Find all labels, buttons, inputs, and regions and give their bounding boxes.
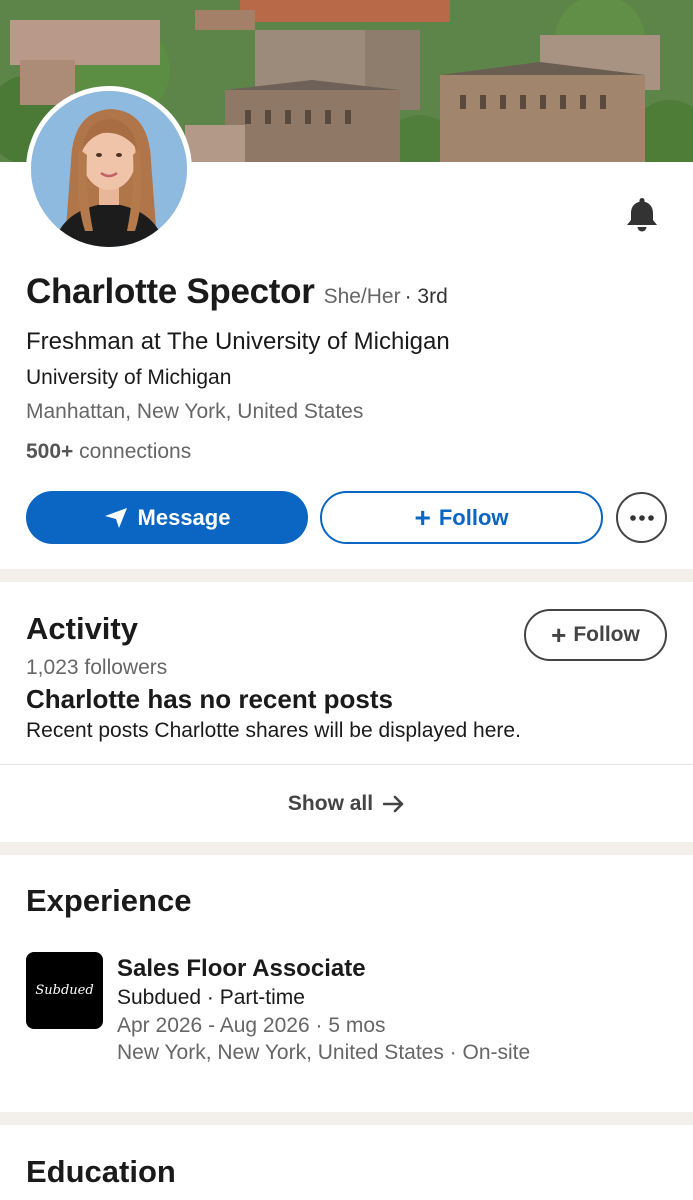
section-divider — [0, 842, 693, 855]
experience-title: Experience — [26, 883, 192, 918]
job-location: New York, New York, United States · On-s… — [117, 1041, 531, 1064]
followers-count: 1,023 followers — [26, 656, 168, 679]
divider — [0, 764, 693, 765]
section-divider — [0, 569, 693, 582]
activity-follow-button[interactable]: + Follow — [524, 609, 667, 661]
profile-location: Manhattan, New York, United States — [26, 400, 364, 423]
no-posts-description: Recent posts Charlotte shares will be di… — [26, 719, 521, 742]
section-divider — [0, 1112, 693, 1125]
more-options-button[interactable] — [616, 492, 667, 543]
connections-number: 500+ — [26, 440, 74, 463]
profile-school[interactable]: University of Michigan — [26, 366, 231, 390]
arrow-right-icon — [383, 795, 404, 813]
bell-icon[interactable] — [622, 194, 662, 234]
company-logo[interactable]: Subdued — [26, 952, 103, 1029]
send-icon — [104, 507, 127, 528]
name-row: Charlotte Spector She/Her · 3rd — [26, 272, 666, 312]
profile-avatar[interactable] — [26, 86, 192, 252]
job-company: Subdued · Part-time — [117, 986, 305, 1009]
plus-icon: + — [551, 620, 567, 650]
job-title[interactable]: Sales Floor Associate — [117, 955, 366, 983]
ellipsis-icon — [629, 514, 654, 521]
profile-pronouns: She/Her — [323, 285, 401, 308]
connections-label: connections — [79, 440, 192, 463]
profile-name: Charlotte Spector — [26, 272, 315, 311]
follow-button[interactable]: + Follow — [320, 491, 603, 544]
show-all-label: Show all — [287, 792, 374, 815]
education-title: Education — [26, 1154, 176, 1189]
no-posts-title: Charlotte has no recent posts — [26, 684, 393, 714]
job-dates: Apr 2026 - Aug 2026 · 5 mos — [117, 1014, 386, 1037]
connections-count[interactable]: 500+ connections — [26, 440, 191, 464]
activity-title: Activity — [26, 611, 138, 646]
profile-intro: Charlotte Spector She/Her · 3rd Freshman… — [26, 272, 666, 463]
connection-degree: · 3rd — [404, 285, 448, 308]
follow-label: Follow — [438, 504, 509, 530]
plus-icon: + — [414, 501, 431, 533]
message-label: Message — [137, 504, 231, 530]
message-button[interactable]: Message — [26, 491, 308, 544]
show-all-button[interactable]: Show all — [0, 766, 693, 842]
activity-follow-label: Follow — [573, 623, 640, 646]
profile-headline: Freshman at The University of Michigan — [26, 328, 450, 355]
